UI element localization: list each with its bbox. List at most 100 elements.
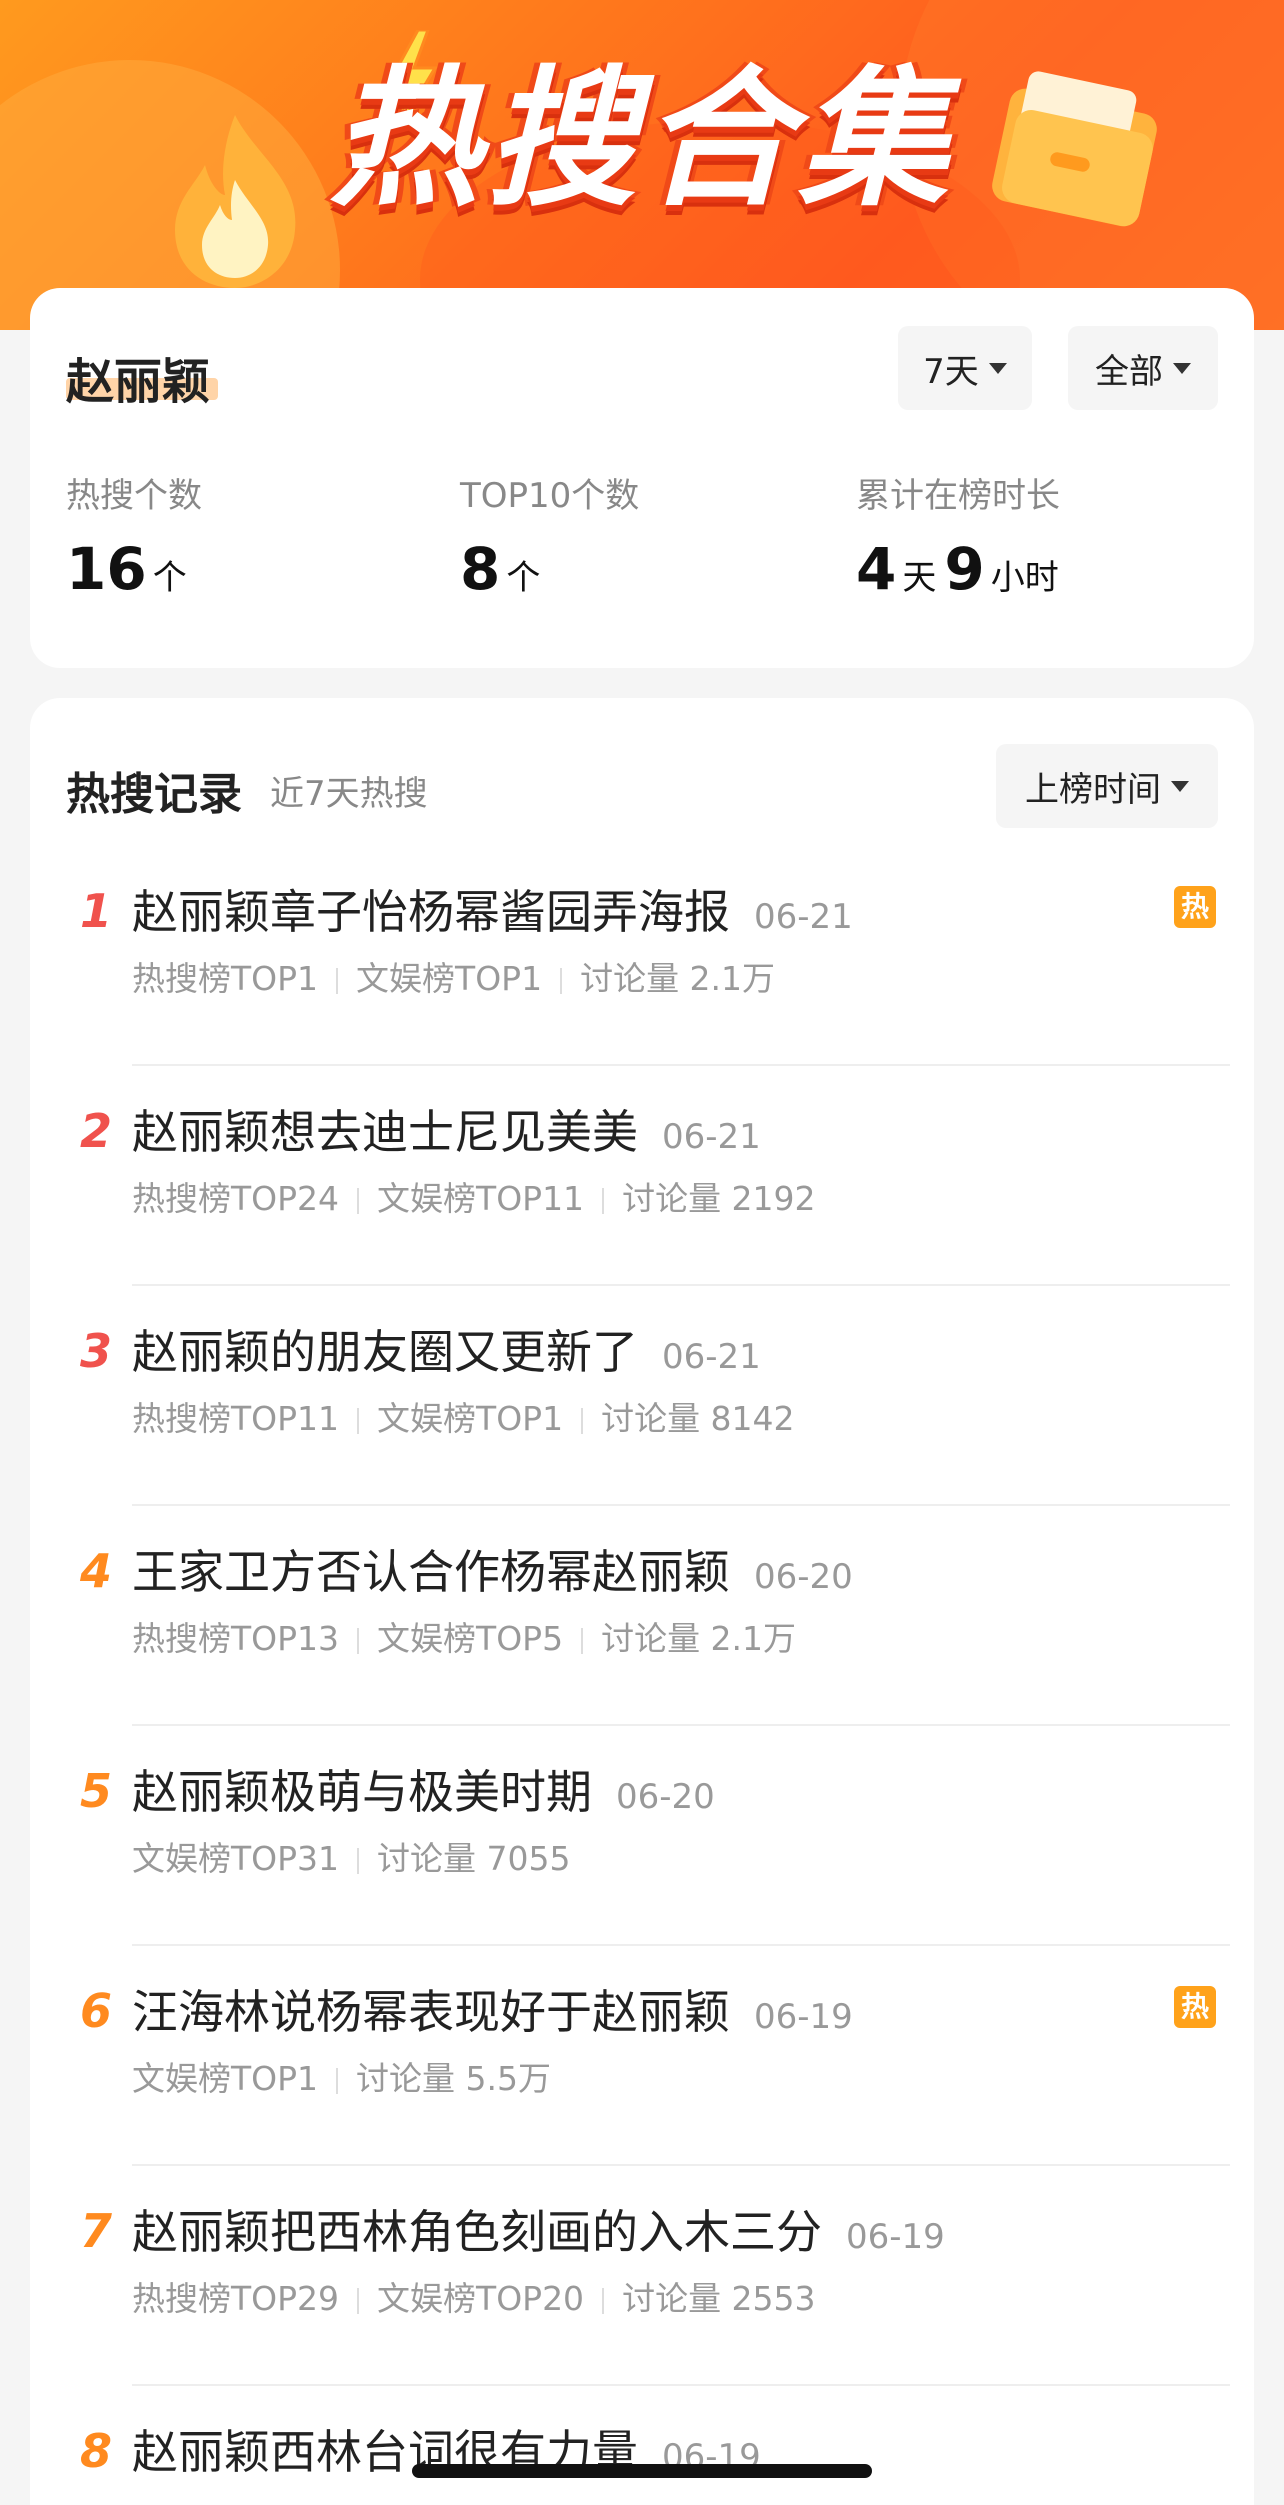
meta-tag: 讨论量 2192 — [622, 1179, 816, 1218]
item-title-row: 赵丽颖把西林角色刻画的入木三分 06-19 — [132, 2196, 945, 2262]
records-card: 热搜记录 近7天热搜 上榜时间 1 赵丽颖章子怡杨幂酱园弄海报 06-21 热搜榜TO… — [30, 698, 1254, 2505]
item-meta: 文娱榜TOP31 讨论量 7055 — [132, 1832, 571, 1880]
item-date: 06-19 — [754, 1997, 853, 2037]
item-title: 赵丽颖章子怡杨幂酱园弄海报 — [132, 885, 730, 939]
item-title-row: 赵丽颖章子怡杨幂酱园弄海报 06-21 — [132, 876, 853, 942]
rank-number: 4 — [79, 1544, 112, 1598]
meta-separator — [357, 1627, 360, 1654]
meta-tag: 讨论量 2553 — [622, 2279, 816, 2318]
banner: 热搜合集 — [0, 0, 1284, 330]
stat-unit: 个 — [506, 558, 541, 598]
item-title: 赵丽颖极萌与极美时期 — [132, 1765, 592, 1819]
meta-tag: 热搜榜TOP29 — [132, 2279, 340, 2318]
item-meta: 热搜榜TOP29 文娱榜TOP20 讨论量 2553 — [132, 2272, 816, 2320]
item-meta: 热搜榜TOP24 文娱榜TOP11 讨论量 2192 — [132, 1172, 816, 1220]
page: 热搜合集 赵丽颖 7天 全部 热搜个数 16 个 TOP10个数 8个 累计在榜时… — [0, 0, 1284, 2505]
meta-separator — [357, 1187, 360, 1214]
meta-separator — [336, 967, 339, 994]
range-filter-label: 7天 — [923, 351, 979, 392]
meta-tag: 讨论量 2.1万 — [580, 959, 776, 998]
meta-tag: 文娱榜TOP1 — [356, 959, 543, 998]
rank-number: 1 — [79, 884, 112, 938]
stat-value: 16 个 — [66, 535, 202, 603]
stat-value: 4 天 9 小时 — [856, 535, 1067, 603]
rank-number: 5 — [79, 1764, 112, 1818]
category-filter-button[interactable]: 全部 — [1068, 326, 1218, 410]
meta-separator — [602, 2287, 605, 2314]
item-title: 汪海林说杨幂表现好于赵丽颖 — [132, 1985, 730, 2039]
range-filter-button[interactable]: 7天 — [898, 326, 1032, 410]
item-title: 王家卫方否认合作杨幂赵丽颖 — [132, 1545, 730, 1599]
meta-tag: 文娱榜TOP11 — [377, 1179, 585, 1218]
item-title: 赵丽颖的朋友圈又更新了 — [132, 1325, 638, 1379]
item-date: 06-20 — [616, 1777, 715, 1817]
meta-separator — [581, 1627, 584, 1654]
stat-label: TOP10个数 — [460, 476, 640, 516]
records-subtitle: 近7天热搜 — [270, 774, 428, 814]
item-date: 06-21 — [662, 1117, 761, 1157]
records-title: 热搜记录 — [66, 769, 242, 820]
item-meta: 热搜榜TOP13 文娱榜TOP5 讨论量 2.1万 — [132, 1612, 796, 1660]
item-date: 06-21 — [662, 1337, 761, 1377]
meta-tag: 热搜榜TOP1 — [132, 959, 319, 998]
meta-separator — [357, 2287, 360, 2314]
list-item[interactable]: 8 赵丽颖西林台词很有力量 06-19 — [30, 2386, 1254, 2505]
summary-card: 赵丽颖 7天 全部 热搜个数 16 个 TOP10个数 8个 累计在榜时长 4天9… — [30, 288, 1254, 668]
sort-label: 上榜时间 — [1025, 769, 1161, 810]
hot-badge: 热 — [1174, 886, 1216, 928]
stat-duration: 累计在榜时长 4 天 9 小时 — [856, 468, 1067, 603]
caret-down-icon — [1171, 780, 1189, 792]
meta-separator — [581, 1407, 584, 1434]
item-title: 赵丽颖把西林角色刻画的入木三分 — [132, 2205, 822, 2259]
stat-days: 4 — [856, 535, 897, 603]
stat-days-unit: 天 — [902, 558, 937, 598]
meta-tag: 热搜榜TOP11 — [132, 1399, 340, 1438]
list-item[interactable]: 6 汪海林说杨幂表现好于赵丽颖 06-19 文娱榜TOP1 讨论量 5.5万 热 — [30, 1946, 1254, 2166]
item-title: 赵丽颖想去迪士尼见美美 — [132, 1105, 638, 1159]
item-date: 06-21 — [754, 897, 853, 937]
list-item[interactable]: 1 赵丽颖章子怡杨幂酱园弄海报 06-21 热搜榜TOP1 文娱榜TOP1 讨论量 2.1… — [30, 846, 1254, 1066]
meta-tag: 文娱榜TOP1 — [377, 1399, 564, 1438]
list-item[interactable]: 2 赵丽颖想去迪士尼见美美 06-21 热搜榜TOP24 文娱榜TOP11 讨论量 219… — [30, 1066, 1254, 1286]
stat-hours: 9 — [944, 535, 985, 603]
meta-separator — [336, 2067, 339, 2094]
meta-tag: 文娱榜TOP20 — [377, 2279, 585, 2318]
stat-hot-count: 热搜个数 16 个 — [66, 468, 202, 603]
item-title-row: 赵丽颖想去迪士尼见美美 06-21 — [132, 1096, 761, 1162]
item-title-row: 王家卫方否认合作杨幂赵丽颖 06-20 — [132, 1536, 853, 1602]
list-item[interactable]: 3 赵丽颖的朋友圈又更新了 06-21 热搜榜TOP11 文娱榜TOP1 讨论量 8142 — [30, 1286, 1254, 1506]
item-title-row: 赵丽颖极萌与极美时期 06-20 — [132, 1756, 715, 1822]
list-item[interactable]: 7 赵丽颖把西林角色刻画的入木三分 06-19 热搜榜TOP29 文娱榜TOP20 讨论量… — [30, 2166, 1254, 2386]
item-date: 06-20 — [754, 1557, 853, 1597]
rank-number: 8 — [79, 2424, 112, 2478]
item-meta: 文娱榜TOP1 讨论量 5.5万 — [132, 2052, 551, 2100]
meta-separator — [560, 967, 563, 994]
stat-label: 累计在榜时长 — [856, 476, 1060, 516]
meta-tag: 文娱榜TOP1 — [132, 2059, 319, 2098]
stat-number: 16 — [66, 535, 147, 603]
list-item[interactable]: 5 赵丽颖极萌与极美时期 06-20 文娱榜TOP31 讨论量 7055 — [30, 1726, 1254, 1946]
meta-separator — [357, 1407, 360, 1434]
meta-tag: 讨论量 2.1万 — [601, 1619, 797, 1658]
rank-number: 7 — [79, 2204, 112, 2258]
meta-tag: 热搜榜TOP13 — [132, 1619, 340, 1658]
meta-tag: 讨论量 7055 — [377, 1839, 571, 1878]
meta-tag: 文娱榜TOP5 — [377, 1619, 564, 1658]
stat-hours-unit: 小时 — [990, 558, 1059, 598]
stat-label: 热搜个数 — [66, 476, 202, 516]
item-date: 06-19 — [846, 2217, 945, 2257]
rank-number: 2 — [79, 1104, 112, 1158]
rank-number: 6 — [79, 1984, 112, 2038]
home-indicator — [412, 2464, 872, 2478]
meta-tag: 讨论量 8142 — [601, 1399, 795, 1438]
category-filter-label: 全部 — [1095, 351, 1163, 392]
hot-badge: 热 — [1174, 1986, 1216, 2028]
banner-title: 热搜合集 — [329, 53, 954, 227]
stat-unit: 个 — [152, 558, 187, 598]
item-title-row: 汪海林说杨幂表现好于赵丽颖 06-19 — [132, 1976, 853, 2042]
meta-separator — [602, 1187, 605, 1214]
sort-button[interactable]: 上榜时间 — [996, 744, 1218, 828]
person-name: 赵丽颖 — [66, 354, 211, 410]
list-item[interactable]: 4 王家卫方否认合作杨幂赵丽颖 06-20 热搜榜TOP13 文娱榜TOP5 讨论量 2.… — [30, 1506, 1254, 1726]
caret-down-icon — [1173, 362, 1191, 374]
